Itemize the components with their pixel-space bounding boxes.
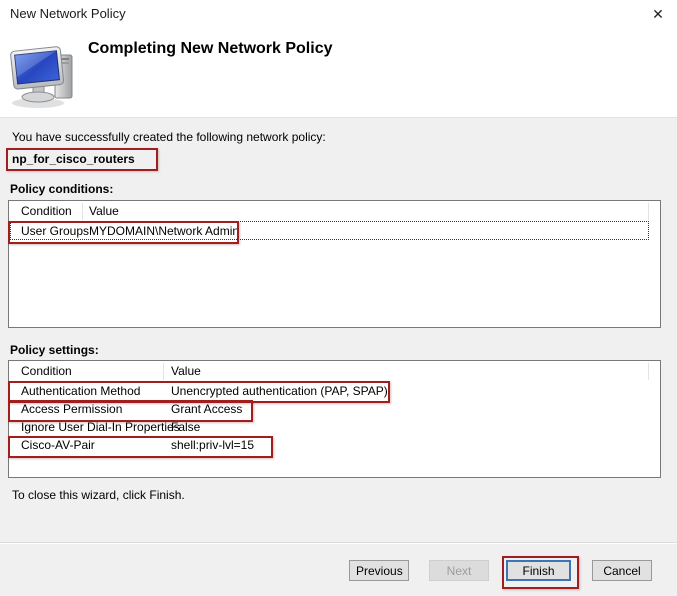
- settings-table: Condition Value Authentication Method Un…: [8, 360, 661, 478]
- column-divider: [648, 203, 649, 220]
- cell-condition: Authentication Method: [21, 384, 140, 398]
- cell-value: False: [171, 420, 200, 434]
- settings-col-condition[interactable]: Condition: [21, 364, 72, 378]
- conditions-table: Condition Value User Groups MYDOMAIN\Net…: [8, 200, 661, 328]
- conditions-table-header: Condition Value: [9, 201, 660, 221]
- cell-value: Unencrypted authentication (PAP, SPAP): [171, 384, 388, 398]
- cell-condition: Ignore User Dial-In Properties: [21, 420, 180, 434]
- cancel-button[interactable]: Cancel: [592, 560, 652, 581]
- table-row-access-permission[interactable]: Access Permission Grant Access: [10, 400, 659, 418]
- conditions-col-value[interactable]: Value: [89, 204, 119, 218]
- previous-button[interactable]: Previous: [349, 560, 409, 581]
- settings-col-value[interactable]: Value: [171, 364, 201, 378]
- next-button[interactable]: Next: [429, 560, 489, 581]
- intro-text: You have successfully created the follow…: [12, 130, 326, 144]
- policy-name-annotation: np_for_cisco_routers: [6, 148, 158, 171]
- computer-icon: [8, 45, 80, 112]
- cell-value: Grant Access: [171, 402, 242, 416]
- cell-condition: Access Permission: [21, 402, 122, 416]
- table-row-authentication-method[interactable]: Authentication Method Unencrypted authen…: [10, 382, 659, 400]
- column-divider: [163, 363, 164, 380]
- window-title: New Network Policy: [10, 6, 126, 21]
- column-divider: [82, 203, 83, 220]
- cell-condition: User Groups: [21, 224, 89, 238]
- cell-value: shell:priv-lvl=15: [171, 438, 254, 452]
- finish-button[interactable]: Finish: [506, 560, 571, 581]
- cell-condition: Cisco-AV-Pair: [21, 438, 95, 452]
- page-title: Completing New Network Policy: [88, 40, 332, 58]
- policy-name: np_for_cisco_routers: [8, 150, 156, 166]
- close-icon: ✕: [652, 6, 664, 22]
- dialog-header-band: New Network Policy ✕: [0, 0, 677, 118]
- column-divider: [648, 363, 649, 380]
- table-row-ignore-dialin[interactable]: Ignore User Dial-In Properties False: [10, 418, 659, 436]
- table-row-user-groups[interactable]: User Groups MYDOMAIN\Network Admin: [10, 222, 659, 240]
- dialog-body: You have successfully created the follow…: [0, 118, 677, 596]
- policy-settings-label: Policy settings:: [10, 343, 99, 357]
- conditions-col-condition[interactable]: Condition: [21, 204, 72, 218]
- close-wizard-note: To close this wizard, click Finish.: [12, 488, 185, 502]
- settings-table-header: Condition Value: [9, 361, 660, 381]
- close-button[interactable]: ✕: [644, 2, 672, 26]
- new-network-policy-dialog: New Network Policy ✕: [0, 0, 677, 596]
- cell-value: MYDOMAIN\Network Admin: [89, 224, 239, 238]
- table-row-cisco-av-pair[interactable]: Cisco-AV-Pair shell:priv-lvl=15: [10, 436, 659, 454]
- policy-conditions-label: Policy conditions:: [10, 182, 113, 196]
- footer-separator-highlight: [0, 543, 677, 544]
